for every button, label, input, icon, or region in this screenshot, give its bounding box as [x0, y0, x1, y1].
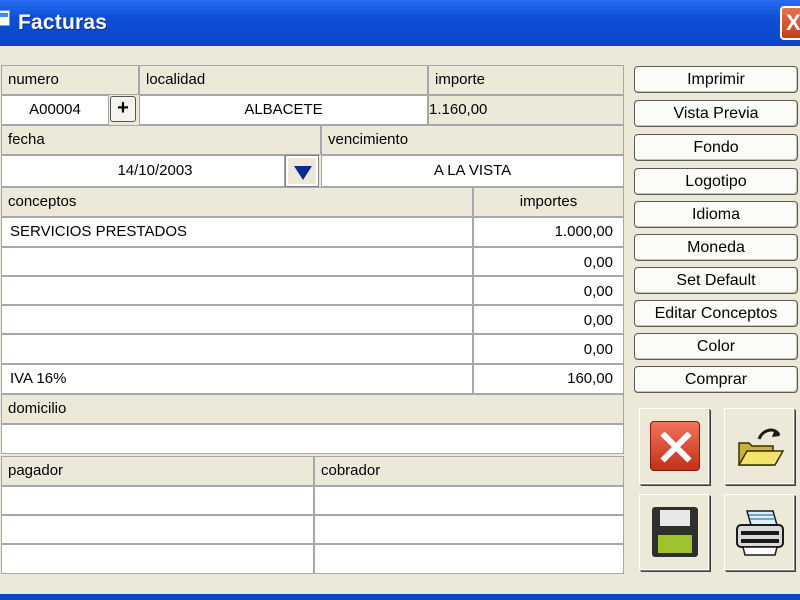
vencimiento-field[interactable]: A LA VISTA: [321, 155, 624, 187]
cancel-button[interactable]: [639, 408, 709, 484]
importe-label: importe: [428, 65, 624, 95]
domicilio-label: domicilio: [1, 394, 624, 424]
localidad-value: ALBACETE: [244, 101, 323, 118]
importes-header: importes: [473, 187, 624, 217]
moneda-button[interactable]: Moneda: [634, 234, 798, 261]
importe-text: 0,00: [583, 312, 613, 329]
color-button[interactable]: Color: [634, 333, 798, 360]
concepto-row-5[interactable]: [1, 334, 473, 364]
idioma-button[interactable]: Idioma: [634, 201, 798, 228]
concepto-text: SERVICIOS PRESTADOS: [10, 223, 187, 240]
vista-previa-button[interactable]: Vista Previa: [634, 100, 798, 127]
importe-row-5[interactable]: 0,00: [473, 334, 624, 364]
editar-conceptos-button[interactable]: Editar Conceptos: [634, 300, 798, 327]
localidad-field[interactable]: ALBACETE: [139, 95, 428, 125]
set-default-button[interactable]: Set Default: [634, 267, 798, 294]
cobrador-line-3[interactable]: [314, 544, 624, 574]
domicilio-field[interactable]: [1, 424, 624, 454]
save-button[interactable]: [639, 494, 709, 570]
importe-text: 0,00: [583, 341, 613, 358]
conceptos-header: conceptos: [1, 187, 473, 217]
importe-row-3[interactable]: 0,00: [473, 276, 624, 305]
fecha-value: 14/10/2003: [117, 162, 193, 179]
pagador-line-2[interactable]: [1, 515, 314, 544]
importe-text: 0,00: [583, 254, 613, 271]
pagador-line-1[interactable]: [1, 486, 314, 515]
cancel-icon: [650, 421, 700, 471]
importe-row-4[interactable]: 0,00: [473, 305, 624, 334]
pagador-label: pagador: [1, 456, 314, 486]
imprimir-button[interactable]: Imprimir: [634, 66, 798, 93]
vencimiento-value: A LA VISTA: [433, 162, 512, 179]
pagador-line-3[interactable]: [1, 544, 314, 574]
importe-field: 1.160,00: [428, 95, 624, 125]
vencimiento-label: vencimiento: [321, 125, 624, 155]
importe-row-1[interactable]: 1.000,00: [473, 217, 624, 247]
importe-text: 1.000,00: [554, 223, 613, 240]
iva-value: 160,00: [567, 370, 613, 387]
iva-amount-field[interactable]: 160,00: [473, 364, 624, 394]
fecha-dropdown-button[interactable]: [285, 155, 319, 187]
window-title: Facturas: [18, 11, 108, 34]
fondo-button[interactable]: Fondo: [634, 134, 798, 161]
concepto-row-1[interactable]: SERVICIOS PRESTADOS: [1, 217, 473, 247]
fecha-label: fecha: [1, 125, 321, 155]
importe-text: 0,00: [583, 283, 613, 300]
fecha-field[interactable]: 14/10/2003: [1, 155, 285, 187]
save-disk-icon: [652, 507, 698, 557]
open-folder-icon: [737, 428, 785, 466]
close-window-button[interactable]: X: [780, 6, 800, 40]
numero-label: numero: [1, 65, 139, 95]
localidad-label: localidad: [139, 65, 428, 95]
printer-icon: [736, 510, 784, 556]
numero-field[interactable]: A00004: [1, 95, 109, 125]
cobrador-line-1[interactable]: [314, 486, 624, 515]
numero-value: A00004: [29, 101, 81, 118]
cobrador-label: cobrador: [314, 456, 624, 486]
window-bottom-border: [0, 594, 800, 600]
iva-label: IVA 16%: [10, 370, 67, 387]
print-button[interactable]: [724, 494, 794, 570]
app-icon: [0, 10, 10, 26]
logotipo-button[interactable]: Logotipo: [634, 168, 798, 195]
open-button[interactable]: [724, 408, 794, 484]
concepto-row-4[interactable]: [1, 305, 473, 334]
concepto-row-3[interactable]: [1, 276, 473, 305]
cobrador-line-2[interactable]: [314, 515, 624, 544]
iva-row[interactable]: IVA 16%: [1, 364, 473, 394]
title-bar: Facturas X: [0, 0, 800, 46]
numero-add-button[interactable]: +: [110, 96, 136, 122]
concepto-row-2[interactable]: [1, 247, 473, 276]
importe-value: 1.160,00: [429, 101, 488, 118]
importe-row-2[interactable]: 0,00: [473, 247, 624, 276]
comprar-button[interactable]: Comprar: [634, 366, 798, 393]
